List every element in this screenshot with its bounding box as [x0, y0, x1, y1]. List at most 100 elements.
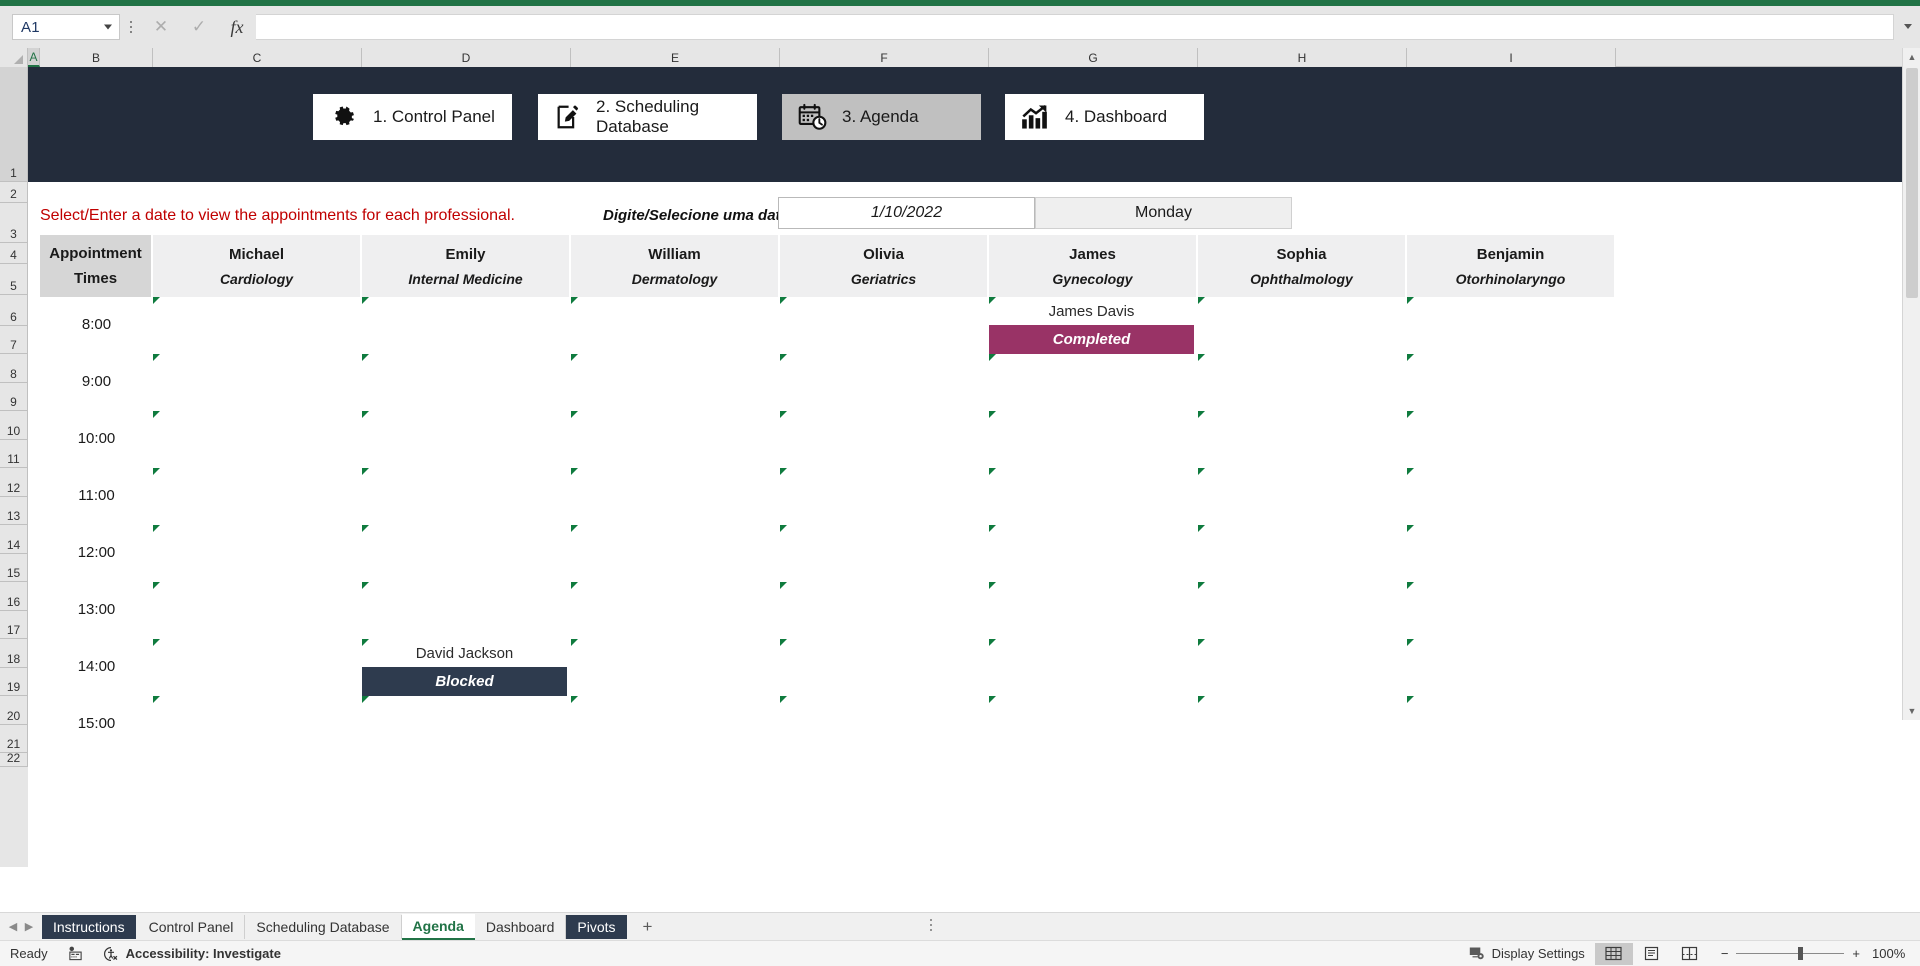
name-box-dropdown-icon[interactable] [104, 24, 112, 30]
comment-marker-icon[interactable] [989, 582, 996, 589]
comment-marker-icon[interactable] [780, 582, 787, 589]
comment-marker-icon[interactable] [362, 354, 369, 361]
column-header-c[interactable]: C [153, 48, 362, 67]
formula-bar-overflow-icon[interactable] [120, 14, 142, 40]
row-header-5[interactable]: 5 [0, 264, 28, 295]
appointment-slot[interactable] [571, 639, 780, 696]
comment-marker-icon[interactable] [362, 411, 369, 418]
comment-marker-icon[interactable] [780, 411, 787, 418]
comment-marker-icon[interactable] [1198, 525, 1205, 532]
row-header-22[interactable]: 22 [0, 751, 28, 767]
comment-marker-icon[interactable] [1407, 411, 1414, 418]
appointment-slot[interactable] [1198, 468, 1407, 525]
appointment-slot[interactable] [780, 525, 989, 582]
appointment-slot[interactable] [780, 639, 989, 696]
zoom-slider-knob[interactable] [1798, 947, 1804, 960]
comment-marker-icon[interactable] [362, 582, 369, 589]
comment-marker-icon[interactable] [153, 525, 160, 532]
sheet-tab-dashboard[interactable]: Dashboard [475, 914, 567, 939]
comment-marker-icon[interactable] [1407, 696, 1414, 703]
normal-view-icon[interactable] [1594, 942, 1633, 965]
appointment-slot[interactable] [362, 468, 571, 525]
zoom-out-button[interactable]: − [1721, 946, 1729, 961]
formula-expand-icon[interactable] [1904, 24, 1912, 29]
sheet-tab-agenda[interactable]: Agenda [401, 913, 475, 940]
vertical-scrollbar[interactable]: ▲ ▼ [1902, 48, 1920, 720]
comment-marker-icon[interactable] [780, 297, 787, 304]
comment-marker-icon[interactable] [989, 354, 996, 361]
page-break-view-icon[interactable] [1671, 943, 1709, 965]
nav-button-scheduling-database[interactable]: 2. Scheduling Database [538, 94, 757, 140]
comment-marker-icon[interactable] [571, 297, 578, 304]
cancel-icon[interactable]: ✕ [142, 14, 180, 40]
appointment-slot[interactable] [571, 696, 780, 753]
appointment-slot[interactable] [571, 297, 780, 354]
comment-marker-icon[interactable] [1198, 354, 1205, 361]
comment-marker-icon[interactable] [1407, 354, 1414, 361]
comment-marker-icon[interactable] [362, 696, 369, 703]
tab-overflow-icon[interactable] [930, 919, 932, 931]
row-header-4[interactable]: 4 [0, 243, 28, 264]
comment-marker-icon[interactable] [1407, 297, 1414, 304]
comment-marker-icon[interactable] [571, 411, 578, 418]
appointment-slot[interactable] [1407, 354, 1616, 411]
appointment-slot[interactable] [153, 639, 362, 696]
comment-marker-icon[interactable] [989, 639, 996, 646]
appointment-slot[interactable] [571, 411, 780, 468]
nav-button-agenda[interactable]: 3. Agenda [782, 94, 981, 140]
sheet-tab-pivots[interactable]: Pivots [566, 914, 627, 939]
row-header-13[interactable]: 13 [0, 497, 28, 525]
appointment-slot[interactable] [571, 468, 780, 525]
sheet-nav-arrows[interactable]: ◀ ▶ [0, 920, 42, 933]
add-sheet-button[interactable]: + [635, 915, 661, 939]
comment-marker-icon[interactable] [362, 525, 369, 532]
comment-marker-icon[interactable] [153, 411, 160, 418]
appointment-slot[interactable] [1198, 354, 1407, 411]
column-header-a[interactable]: A [28, 48, 40, 67]
appointment-slot[interactable] [780, 696, 989, 753]
appointment-slot[interactable] [989, 582, 1198, 639]
appointment-slot[interactable]: David Jackson Blocked [362, 639, 571, 696]
comment-marker-icon[interactable] [571, 525, 578, 532]
comment-marker-icon[interactable] [780, 696, 787, 703]
name-box[interactable]: A1 [12, 14, 120, 40]
column-header-h[interactable]: H [1198, 48, 1407, 67]
formula-input[interactable] [256, 14, 1894, 40]
appointment-slot[interactable] [989, 639, 1198, 696]
comment-marker-icon[interactable] [1198, 582, 1205, 589]
appointment-slot[interactable] [1407, 639, 1616, 696]
appointment-slot[interactable]: James Davis Completed [989, 297, 1198, 354]
appointment-slot[interactable] [153, 696, 362, 753]
column-header-f[interactable]: F [780, 48, 989, 67]
vertical-scroll-thumb[interactable] [1906, 68, 1918, 298]
row-header-1[interactable]: 1 [0, 67, 28, 182]
scroll-down-icon[interactable]: ▼ [1903, 702, 1920, 720]
comment-marker-icon[interactable] [153, 639, 160, 646]
zoom-slider[interactable] [1736, 947, 1845, 960]
comment-marker-icon[interactable] [780, 354, 787, 361]
appointment-slot[interactable] [989, 354, 1198, 411]
comment-marker-icon[interactable] [571, 582, 578, 589]
row-header-21[interactable]: 21 [0, 725, 28, 753]
comment-marker-icon[interactable] [153, 468, 160, 475]
zoom-level[interactable]: 100% [1872, 946, 1920, 961]
appointment-slot[interactable] [780, 582, 989, 639]
column-header-d[interactable]: D [362, 48, 571, 67]
appointment-slot[interactable] [362, 411, 571, 468]
appointment-slot[interactable] [571, 354, 780, 411]
appointment-slot[interactable] [362, 696, 571, 753]
column-header-g[interactable]: G [989, 48, 1198, 67]
appointment-slot[interactable] [780, 468, 989, 525]
appointment-slot[interactable] [989, 411, 1198, 468]
column-header-e[interactable]: E [571, 48, 780, 67]
appointment-slot[interactable] [1198, 639, 1407, 696]
display-settings-button[interactable]: Display Settings [1459, 941, 1595, 966]
appointment-slot[interactable] [1407, 696, 1616, 753]
appointment-slot[interactable] [1407, 468, 1616, 525]
comment-marker-icon[interactable] [153, 354, 160, 361]
select-all-corner[interactable] [0, 48, 28, 67]
appointment-slot[interactable] [362, 582, 571, 639]
column-header-b[interactable]: B [40, 48, 153, 67]
comment-marker-icon[interactable] [1198, 639, 1205, 646]
row-header-8[interactable]: 8 [0, 354, 28, 383]
